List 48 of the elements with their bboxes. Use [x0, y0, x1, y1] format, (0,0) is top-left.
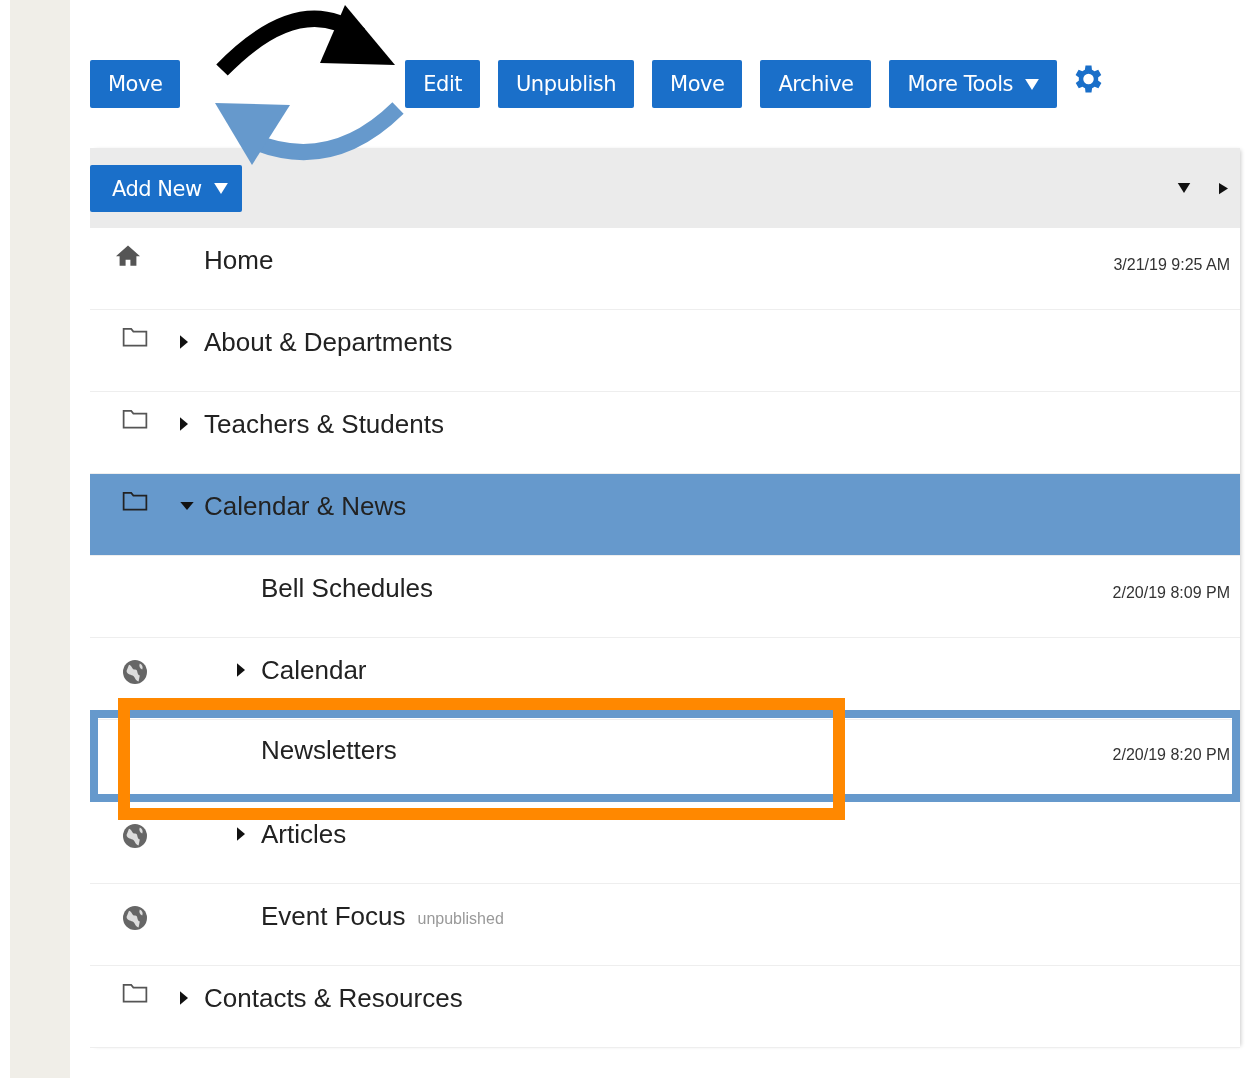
tree-row[interactable]: Calendar — [90, 638, 1240, 720]
page-title[interactable]: Bell Schedules — [261, 572, 433, 604]
page-title[interactable]: Calendar — [261, 654, 367, 686]
home-icon — [116, 244, 140, 266]
globe-icon — [123, 660, 147, 684]
tree-row[interactable]: Calendar & News — [90, 474, 1240, 556]
modified-date: 3/21/19 9:25 AM — [1113, 256, 1230, 274]
folder-icon — [122, 982, 148, 1004]
page-title[interactable]: Newsletters — [261, 734, 397, 766]
folder-icon — [122, 408, 148, 430]
tree-row[interactable]: Newsletters 2/20/19 8:20 PM — [90, 710, 1240, 802]
tree-row[interactable]: Home 3/21/19 9:25 AM — [90, 228, 1240, 310]
page-title[interactable]: Home — [204, 244, 274, 276]
add-new-button[interactable]: Add New — [90, 165, 242, 212]
toolbar-button[interactable]: More Tools — [889, 60, 1057, 108]
toolbar-button[interactable]: Edit — [405, 60, 480, 108]
page-title[interactable]: Teachers & Students — [204, 408, 444, 440]
folder-icon — [122, 490, 148, 512]
tree-row[interactable]: Contacts & Resources — [90, 966, 1240, 1048]
tree-row[interactable]: Articles — [90, 802, 1240, 884]
caret-icon — [213, 183, 228, 194]
toolbar-button[interactable]: Unpublish — [498, 60, 635, 108]
collapse-all-icon[interactable] — [1177, 183, 1191, 193]
page-title[interactable]: Event Focus — [261, 900, 406, 932]
modified-date: 2/20/19 8:09 PM — [1112, 584, 1230, 602]
expand-arrow-icon[interactable] — [180, 991, 188, 1005]
tree-row[interactable]: About & Departments — [90, 310, 1240, 392]
globe-icon — [123, 824, 147, 848]
caret-icon — [1024, 78, 1039, 90]
page-title[interactable]: About & Departments — [204, 326, 453, 358]
expand-arrow-icon[interactable] — [237, 663, 245, 677]
modified-date: 2/20/19 8:20 PM — [1112, 746, 1230, 764]
globe-icon — [123, 906, 147, 930]
tree-row[interactable]: Event Focus unpublished — [90, 884, 1240, 966]
collapse-arrow-icon[interactable] — [180, 502, 194, 510]
expand-arrow-icon[interactable] — [237, 827, 245, 841]
page-title[interactable]: Articles — [261, 818, 347, 850]
expand-arrow-icon[interactable] — [180, 335, 188, 349]
status-label: unpublished — [417, 910, 504, 928]
toolbar-button[interactable]: Move — [652, 60, 743, 108]
tree-row[interactable]: Bell Schedules 2/20/19 8:09 PM — [90, 556, 1240, 638]
expand-arrow-icon[interactable] — [180, 417, 188, 431]
folder-icon — [122, 326, 148, 348]
move-button[interactable]: Move — [90, 60, 181, 108]
toolbar-button[interactable]: Archive — [760, 60, 872, 108]
page-title[interactable]: Calendar & News — [204, 490, 407, 522]
page-title[interactable]: Contacts & Resources — [204, 982, 463, 1014]
expand-all-icon[interactable] — [1219, 181, 1228, 195]
